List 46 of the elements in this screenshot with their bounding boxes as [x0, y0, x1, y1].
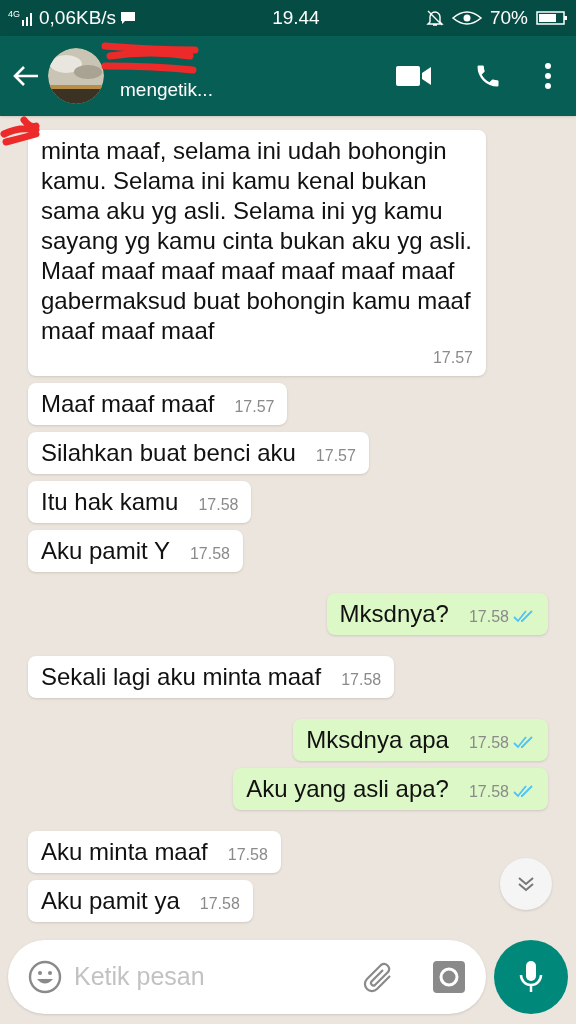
message-text: minta maaf, selama ini udah bohongin kamu. Selama ini kamu kenal bukan sama aku yg asli. Selama ini yg kamu sayang yg kamu cinta bukan aku yg asli. Maaf maaf maaf maaf maaf maaf maaf gabermaksud buat bohongin kamu maaf maaf maaf maaf: [41, 136, 473, 346]
battery-percent: 70%: [489, 5, 528, 30]
message-text: Maaf maaf maaf: [41, 389, 215, 419]
double-chevron-icon: [516, 875, 536, 893]
camera-icon[interactable]: [432, 960, 466, 994]
microphone-icon: [518, 960, 544, 994]
contact-status: mengetik...: [120, 77, 213, 102]
scribble: [0, 116, 40, 146]
clock: 19.44: [272, 5, 320, 30]
more-options-icon[interactable]: [544, 62, 552, 90]
message-time: 17.57: [315, 446, 356, 466]
message-text: Aku yang asli apa?: [246, 774, 449, 804]
message-text: Aku minta maaf: [41, 837, 208, 867]
message-time: 17.58: [198, 495, 239, 515]
message-text: Silahkan buat benci aku: [41, 438, 296, 468]
message-time: 17.57: [234, 397, 275, 417]
message-time: 17.58: [227, 845, 268, 865]
battery-icon: [536, 10, 568, 26]
back-arrow-icon[interactable]: [12, 64, 40, 88]
scroll-down-button[interactable]: [500, 858, 552, 910]
message-time: 17.58: [341, 670, 382, 690]
message-field[interactable]: Ketik pesan: [74, 958, 350, 996]
signal-icon: [21, 10, 35, 26]
eye-icon: [451, 10, 482, 26]
message-icon: [120, 11, 137, 25]
message-time: 17.57: [432, 348, 473, 368]
muted-bell-icon: [425, 9, 444, 27]
message-time: 17.58: [468, 607, 509, 627]
message-time: 17.58: [199, 894, 240, 914]
message-time: 17.58: [189, 544, 230, 564]
message-input[interactable]: Ketik pesan: [8, 940, 486, 1014]
emoji-icon[interactable]: [28, 960, 62, 994]
message-text: Mksdnya apa: [306, 725, 449, 755]
message-time: 17.58: [468, 733, 509, 753]
network-speed: 0,06KB/s: [39, 5, 117, 30]
network-type: 4G: [8, 9, 20, 19]
double-check-icon: [513, 783, 535, 798]
message-text: Aku pamit ya: [41, 886, 180, 916]
message-time: 17.58: [468, 782, 509, 802]
message-text: Aku pamit Y: [41, 536, 170, 566]
double-check-icon: [513, 734, 535, 749]
message-text: Sekali lagi aku minta maaf: [41, 662, 322, 692]
video-call-icon[interactable]: [396, 65, 432, 87]
message-text: Itu hak kamu: [41, 487, 179, 517]
message-text: Mksdnya?: [339, 599, 449, 629]
double-check-icon: [513, 608, 535, 623]
